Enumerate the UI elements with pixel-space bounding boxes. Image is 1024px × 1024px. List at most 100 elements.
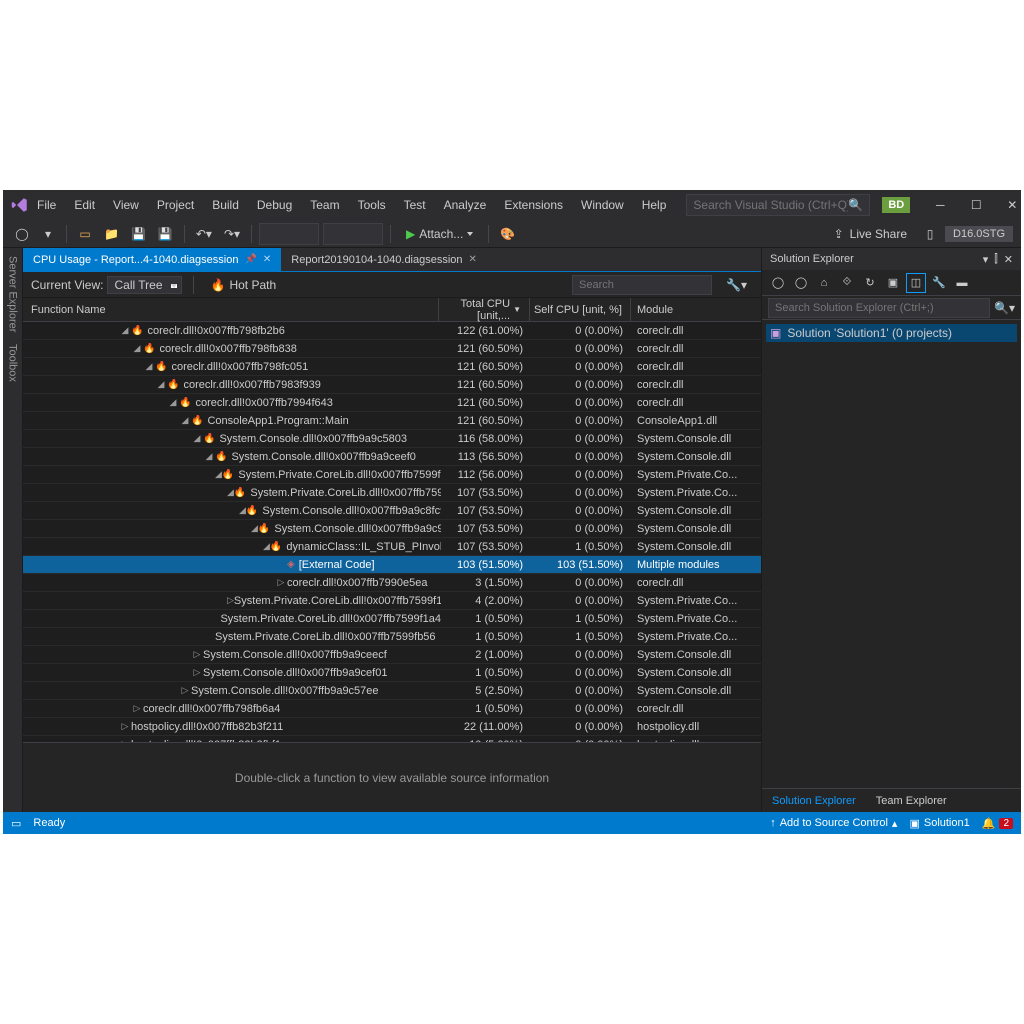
attach-button[interactable]: ▶ Attach... (398, 223, 481, 245)
call-tree-row[interactable]: ▷coreclr.dll!0x007ffb798fb6a41 (0.50%)0 … (23, 700, 761, 718)
expand-toggle[interactable]: ◢ (215, 469, 222, 480)
expand-toggle[interactable]: ◢ (131, 343, 143, 354)
preview-icon[interactable]: ▬ (952, 273, 972, 293)
toolbox-tab[interactable]: Toolbox (7, 344, 19, 382)
menu-window[interactable]: Window (573, 194, 632, 216)
source-control-button[interactable]: ↑ Add to Source Control ▴ (770, 817, 897, 830)
expand-toggle[interactable]: ▷ (119, 721, 131, 732)
call-tree-row[interactable]: ◢🔥ConsoleApp1.Program::Main121 (60.50%)0… (23, 412, 761, 430)
expand-toggle[interactable]: ◢ (119, 325, 131, 336)
menu-extensions[interactable]: Extensions (496, 194, 571, 216)
tab-team-explorer[interactable]: Team Explorer (866, 789, 957, 812)
menu-team[interactable]: Team (302, 194, 347, 216)
undo-button[interactable]: ↶▾ (192, 223, 216, 245)
server-explorer-tab[interactable]: Server Explorer (7, 256, 19, 332)
nav-back-button[interactable]: ◯ (11, 223, 33, 245)
config-dropdown[interactable] (259, 223, 319, 245)
menu-test[interactable]: Test (396, 194, 434, 216)
col-total-cpu[interactable]: Total CPU [unit,...▼ (439, 298, 529, 322)
save-button[interactable]: 💾 (127, 223, 150, 245)
menu-tools[interactable]: Tools (350, 194, 394, 216)
menu-analyze[interactable]: Analyze (436, 194, 495, 216)
user-badge[interactable]: BD (882, 197, 910, 213)
view-dropdown[interactable]: Call Tree (107, 276, 181, 294)
call-tree-row[interactable]: ◢🔥System.Private.CoreLib.dll!0x007ffb759… (23, 466, 761, 484)
collapse-icon[interactable]: ▣ (883, 273, 903, 293)
menu-project[interactable]: Project (149, 194, 202, 216)
call-tree-row[interactable]: ◢🔥System.Private.CoreLib.dll!0x007ffb759… (23, 484, 761, 502)
expand-toggle[interactable]: ◢ (179, 415, 191, 426)
menu-help[interactable]: Help (634, 194, 675, 216)
call-tree-row[interactable]: ◢🔥coreclr.dll!0x007ffb798fb838121 (60.50… (23, 340, 761, 358)
tab-solution-explorer[interactable]: Solution Explorer (762, 789, 866, 812)
expand-toggle[interactable]: ◢ (227, 487, 234, 498)
expand-toggle[interactable]: ▷ (191, 667, 203, 678)
call-tree-row[interactable]: ▷hostpolicy.dll!0x007ffb82b3fbf110 (5.00… (23, 736, 761, 742)
call-tree-row[interactable]: ◢🔥System.Console.dll!0x007ffb9a9c8fc9107… (23, 502, 761, 520)
global-search[interactable]: 🔍 (686, 194, 870, 216)
live-share-button[interactable]: ⇪ Live Share (826, 227, 915, 241)
expand-toggle[interactable]: ◢ (251, 523, 258, 534)
expand-toggle[interactable]: ◢ (143, 361, 155, 372)
maximize-button[interactable]: ☐ (958, 193, 994, 217)
panel-close-icon[interactable]: ✕ (1004, 253, 1013, 266)
explorer-body[interactable]: ▣ Solution 'Solution1' (0 projects) (762, 320, 1021, 788)
col-self-cpu[interactable]: Self CPU [unit, %] (530, 304, 630, 316)
expand-toggle[interactable]: ▷ (191, 649, 203, 660)
platform-dropdown[interactable] (323, 223, 383, 245)
refresh-icon[interactable]: ↻ (860, 273, 880, 293)
notifications-button[interactable]: 🔔 2 (982, 817, 1013, 830)
call-tree-row[interactable]: ▷coreclr.dll!0x007ffb7990e5ea3 (1.50%)0 … (23, 574, 761, 592)
call-tree-row[interactable]: System.Private.CoreLib.dll!0x007ffb7599f… (23, 628, 761, 646)
call-tree-row[interactable]: ◢🔥coreclr.dll!0x007ffb7983f939121 (60.50… (23, 376, 761, 394)
call-tree-row[interactable]: ▷System.Console.dll!0x007ffb9a9cef011 (0… (23, 664, 761, 682)
expand-toggle[interactable]: ◢ (203, 451, 215, 462)
close-icon[interactable]: ✕ (469, 254, 477, 265)
col-function[interactable]: Function Name (23, 304, 438, 316)
minimize-button[interactable]: ─ (922, 193, 958, 217)
diag-button[interactable]: 🎨 (496, 223, 519, 245)
hot-path-button[interactable]: 🔥 Hot Path (205, 276, 283, 294)
filter-button[interactable]: 🔧▾ (720, 276, 753, 294)
expand-toggle[interactable]: ◢ (239, 505, 246, 516)
pin-icon[interactable]: ⫿ (994, 253, 998, 266)
close-button[interactable]: ✕ (994, 193, 1024, 217)
close-icon[interactable]: ✕ (263, 254, 271, 265)
save-all-button[interactable]: 💾 (154, 223, 177, 245)
search-input[interactable] (693, 198, 848, 212)
expand-toggle[interactable]: ▷ (275, 577, 287, 588)
explorer-search[interactable]: 🔍▾ (762, 296, 1021, 320)
solution-item[interactable]: ▣ Solution 'Solution1' (0 projects) (766, 324, 1017, 342)
call-tree-row[interactable]: ◢🔥coreclr.dll!0x007ffb7994f643121 (60.50… (23, 394, 761, 412)
call-tree-row[interactable]: ▷System.Console.dll!0x007ffb9a9ceecf2 (1… (23, 646, 761, 664)
call-tree-row[interactable]: ▷System.Private.CoreLib.dll!0x007ffb7599… (23, 592, 761, 610)
expand-toggle[interactable]: ▷ (179, 685, 191, 696)
expand-toggle[interactable]: ◢ (263, 541, 270, 552)
panel-dropdown-icon[interactable]: ▾ (983, 253, 989, 266)
show-all-icon[interactable]: ◫ (906, 273, 926, 293)
call-tree-row[interactable]: ◢🔥System.Console.dll!0x007ffb9a9c9228107… (23, 520, 761, 538)
solution-status[interactable]: ▣ Solution1 (909, 817, 969, 830)
tree-search-input[interactable] (579, 279, 721, 291)
call-tree-row[interactable]: ▷hostpolicy.dll!0x007ffb82b3f21122 (11.0… (23, 718, 761, 736)
nav-button[interactable]: ◯ (791, 273, 811, 293)
call-tree-row[interactable]: ▷System.Console.dll!0x007ffb9a9c57ee5 (2… (23, 682, 761, 700)
expand-toggle[interactable]: ◢ (191, 433, 203, 444)
call-tree-row[interactable]: ◈[External Code]103 (51.50%)103 (51.50%)… (23, 556, 761, 574)
call-tree[interactable]: ◢🔥coreclr.dll!0x007ffb798fb2b6122 (61.00… (23, 322, 761, 742)
tree-search[interactable] (572, 275, 712, 295)
call-tree-row[interactable]: ◢🔥coreclr.dll!0x007ffb798fc051121 (60.50… (23, 358, 761, 376)
expand-toggle[interactable]: ◢ (167, 397, 179, 408)
feedback-button[interactable]: ▯ (919, 223, 941, 245)
menu-debug[interactable]: Debug (249, 194, 300, 216)
expand-toggle[interactable]: ▷ (131, 703, 143, 714)
menu-build[interactable]: Build (204, 194, 247, 216)
call-tree-row[interactable]: ◢🔥System.Console.dll!0x007ffb9a9c5803116… (23, 430, 761, 448)
explorer-search-input[interactable] (768, 298, 990, 318)
call-tree-row[interactable]: System.Private.CoreLib.dll!0x007ffb7599f… (23, 610, 761, 628)
document-tab[interactable]: Report20190104-1040.diagsession✕ (281, 248, 487, 271)
nav-fwd-button[interactable]: ▾ (37, 223, 59, 245)
menu-edit[interactable]: Edit (66, 194, 103, 216)
expand-toggle[interactable]: ▷ (227, 595, 234, 606)
call-tree-row[interactable]: ◢🔥dynamicClass::IL_STUB_PInvoke107 (53.5… (23, 538, 761, 556)
